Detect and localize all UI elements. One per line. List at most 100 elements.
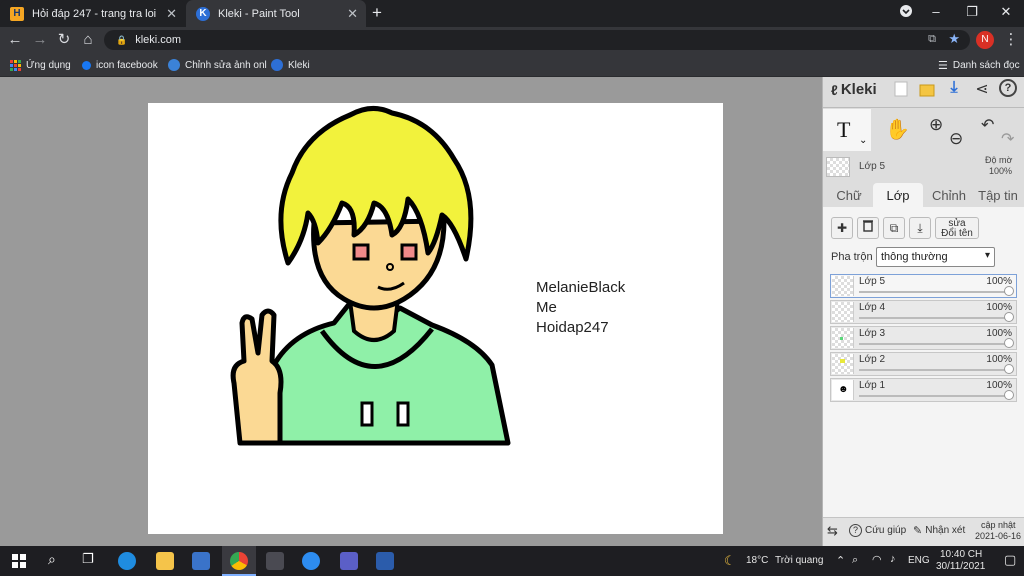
layer-opacity-slider[interactable] <box>859 291 1006 293</box>
duplicate-layer-button[interactable]: ⧉ <box>883 217 905 239</box>
layer-opacity-slider[interactable] <box>859 343 1006 345</box>
word-icon[interactable] <box>376 552 394 570</box>
feedback-button[interactable]: ✎ Nhận xét <box>913 524 965 537</box>
close-tab-icon[interactable]: ✕ <box>347 6 358 22</box>
save-folder-icon[interactable] <box>919 81 935 99</box>
task-view-icon[interactable]: ❐ <box>82 551 94 567</box>
tab-title: Kleki - Paint Tool <box>218 7 300 20</box>
chevron-down-icon[interactable]: ⌄ <box>859 135 867 146</box>
opacity-value: 100% <box>989 166 1013 176</box>
bookmark-apps[interactable]: Ứng dụng <box>10 57 71 73</box>
rename-layer-button[interactable]: sửa Đổi tên <box>935 217 979 239</box>
layer-opacity-knob[interactable] <box>1004 312 1014 322</box>
share-icon[interactable]: ⋖ <box>973 79 991 99</box>
reading-list[interactable]: ☰ Danh sách đọc <box>938 57 1020 73</box>
weather-desc[interactable]: Trời quang <box>775 555 823 566</box>
swap-side-icon[interactable]: ⇆ <box>827 523 838 539</box>
weather-temp[interactable]: 18°C <box>746 555 768 566</box>
language-indicator[interactable]: ENG <box>908 555 930 566</box>
home-icon[interactable]: ⌂ <box>79 31 97 49</box>
zoom-out-icon[interactable]: ⊖ <box>949 129 963 149</box>
tab-adjust[interactable]: Chỉnh <box>927 183 971 207</box>
layer-opacity-knob[interactable] <box>1004 286 1014 296</box>
hand-tool-icon[interactable]: ✋ <box>885 117 910 142</box>
redo-icon[interactable]: ↷ <box>1001 129 1014 149</box>
store-icon[interactable] <box>192 552 210 570</box>
current-layer-thumbnail <box>826 157 850 177</box>
update-date: 2021-06-16 <box>975 531 1022 541</box>
zoom-in-icon[interactable]: ⊕ <box>929 115 943 135</box>
file-explorer-icon[interactable] <box>156 552 174 570</box>
tab-file[interactable]: Tập tin <box>973 183 1023 207</box>
help-button[interactable]: ? Cứu giúp <box>849 524 906 537</box>
windows-start-icon[interactable] <box>12 554 26 573</box>
translate-icon[interactable]: ⧉ <box>928 33 936 46</box>
hoidap-favicon: H <box>10 6 24 21</box>
forward-icon[interactable]: → <box>31 31 49 49</box>
undo-icon[interactable]: ↶ <box>981 115 994 135</box>
layer-opacity-knob[interactable] <box>1004 390 1014 400</box>
restore-icon[interactable]: ❐ <box>962 4 982 22</box>
layer-opacity-slider[interactable] <box>859 369 1006 371</box>
trash-icon <box>863 220 873 232</box>
teams-icon[interactable] <box>340 552 358 570</box>
new-tab-button[interactable]: + <box>372 3 382 23</box>
layer-opacity-knob[interactable] <box>1004 338 1014 348</box>
layer-item[interactable]: Lớp 3 100% <box>830 326 1017 350</box>
tab-search-icon[interactable] <box>896 4 916 22</box>
layer-opacity-slider[interactable] <box>859 317 1006 319</box>
network-icon[interactable]: ⌕ <box>852 554 858 567</box>
tab-kleki[interactable]: K Kleki - Paint Tool ✕ <box>186 0 366 27</box>
chrome-taskbar-active[interactable] <box>222 546 256 576</box>
layer-item[interactable]: Lớp 2 100% <box>830 352 1017 376</box>
edge-icon[interactable] <box>118 552 136 570</box>
new-image-icon[interactable] <box>893 81 909 99</box>
menu-kebab-icon[interactable]: ⋮ <box>1002 31 1020 49</box>
tab-text[interactable]: Chữ <box>827 183 871 207</box>
peace-hand <box>230 308 284 446</box>
bookmark-kleki[interactable]: Kleki <box>271 57 310 73</box>
bookmark-photo-editor[interactable]: Chỉnh sửa ảnh onl <box>168 57 267 73</box>
bookmark-icon-facebook[interactable]: icon facebook <box>82 57 158 73</box>
text-tool-button[interactable]: T ⌄ <box>823 109 871 151</box>
profile-avatar[interactable]: N <box>976 31 994 49</box>
zalo-icon[interactable] <box>302 552 320 570</box>
layer-item[interactable]: ☻ Lớp 1 100% <box>830 378 1017 402</box>
help-icon[interactable]: ? <box>999 79 1017 97</box>
address-bar[interactable]: 🔒 kleki.com ⧉ ★ <box>104 30 970 50</box>
add-layer-button[interactable]: ✚ <box>831 217 853 239</box>
camera-icon[interactable] <box>266 552 284 570</box>
layer-item[interactable]: Lớp 4 100% <box>830 300 1017 324</box>
minimize-icon[interactable]: – <box>926 4 946 22</box>
kleki-favicon <box>271 59 283 71</box>
browser-toolbar: ← → ↻ ⌂ 🔒 kleki.com ⧉ ★ N ⋮ <box>0 27 1024 53</box>
merge-down-button[interactable]: ⤓ <box>909 217 931 239</box>
layer-opacity-slider[interactable] <box>859 395 1006 397</box>
layer-opacity-knob[interactable] <box>1004 364 1014 374</box>
tab-hoidap[interactable]: H Hỏi đáp 247 - trang tra loi ✕ <box>0 0 185 27</box>
reload-icon[interactable]: ↻ <box>55 31 73 49</box>
close-tab-icon[interactable]: ✕ <box>166 6 177 22</box>
delete-layer-button[interactable] <box>857 217 879 239</box>
search-icon[interactable]: ⌕ <box>48 551 56 568</box>
layer-item[interactable]: Lớp 5 100% <box>830 274 1017 298</box>
clock-time[interactable]: 10:40 CH <box>940 549 982 560</box>
update-label[interactable]: cập nhật <box>981 520 1016 530</box>
tab-layers[interactable]: Lớp <box>873 183 923 207</box>
back-icon[interactable]: ← <box>6 31 24 49</box>
drawing-canvas[interactable]: MelanieBlack Me Hoidap247 <box>148 103 723 534</box>
bookmark-star-icon[interactable]: ★ <box>948 31 960 47</box>
download-icon[interactable]: ⤓ <box>945 79 963 97</box>
volume-icon[interactable]: ♪ <box>890 553 896 565</box>
chevron-up-icon[interactable]: ⌃ <box>836 554 845 567</box>
canvas-workspace[interactable]: MelanieBlack Me Hoidap247 <box>0 77 822 546</box>
clock-date[interactable]: 30/11/2021 <box>936 561 985 572</box>
blend-mode-select[interactable]: thông thường ▾ <box>876 247 995 267</box>
layer-thumbnail <box>832 276 854 296</box>
notification-icon[interactable]: ▢ <box>1004 552 1016 568</box>
wifi-icon[interactable]: ◠ <box>872 553 882 566</box>
current-layer-name: Lớp 5 <box>859 161 886 172</box>
url-text: kleki.com <box>135 34 182 46</box>
close-window-icon[interactable]: ✕ <box>996 4 1016 22</box>
kleki-logo-icon: ℓ <box>831 81 838 98</box>
